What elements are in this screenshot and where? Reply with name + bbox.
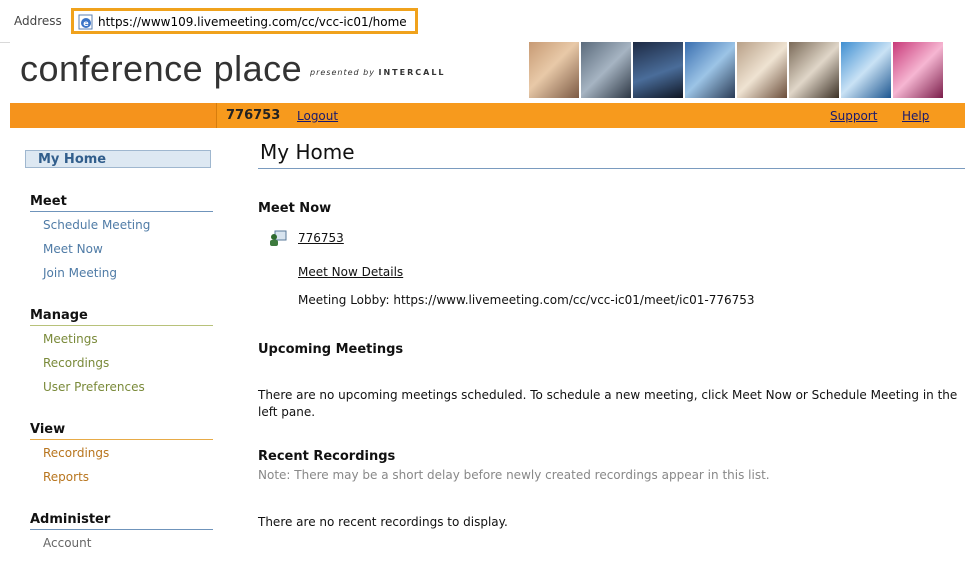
sidebar-item-user-preferences[interactable]: User Preferences — [43, 380, 145, 394]
meeting-id: 776753 — [226, 108, 281, 123]
address-url: https://www109.livemeeting.com/cc/vcc-ic… — [98, 15, 407, 29]
sidebar-section-manage: Manage — [30, 308, 213, 326]
svg-text:e: e — [83, 19, 89, 28]
support-link[interactable]: Support — [830, 109, 877, 123]
browser-address-bar: Address e https://www109.livemeeting.com… — [0, 0, 965, 43]
sidebar-item-join-meeting[interactable]: Join Meeting — [43, 266, 117, 280]
intercall-logo: INTERCALL — [378, 68, 446, 77]
header-photo — [787, 42, 839, 98]
header-photo — [579, 42, 631, 98]
sidebar-item-meetings[interactable]: Meetings — [43, 332, 98, 346]
brand-logo: conference place — [20, 48, 303, 89]
recordings-note: Note: There may be a short delay before … — [258, 468, 770, 482]
meet-now-heading: Meet Now — [258, 201, 332, 216]
sidebar-item-meet-now[interactable]: Meet Now — [43, 242, 103, 256]
top-nav-left-block — [10, 103, 217, 128]
sidebar-section-meet: Meet — [30, 194, 213, 212]
top-nav-bar: 776753 Logout Support Help — [10, 103, 965, 128]
header-photo — [631, 42, 683, 98]
presented-by: presented by INTERCALL — [310, 68, 446, 77]
recordings-message: There are no recent recordings to displa… — [258, 515, 508, 529]
header-photo — [839, 42, 891, 98]
left-sidebar: My Home Meet Schedule Meeting Meet Now J… — [10, 128, 223, 562]
sidebar-section-administer: Administer — [30, 512, 213, 530]
title-divider — [258, 168, 965, 169]
header-photo — [735, 42, 787, 98]
logout-link[interactable]: Logout — [297, 109, 338, 123]
meeting-lobby-text: Meeting Lobby: https://www.livemeeting.c… — [298, 293, 755, 307]
header-photo — [527, 42, 579, 98]
sidebar-item-recordings[interactable]: Recordings — [43, 356, 109, 370]
header-photo — [891, 42, 943, 98]
presented-by-text: presented by — [310, 68, 375, 77]
upcoming-meetings-heading: Upcoming Meetings — [258, 342, 404, 357]
sidebar-item-view-recordings[interactable]: Recordings — [43, 446, 109, 460]
sidebar-item-account[interactable]: Account — [43, 536, 91, 550]
upcoming-meetings-message: There are no upcoming meetings scheduled… — [258, 388, 958, 402]
recent-recordings-heading: Recent Recordings — [258, 449, 396, 464]
address-label: Address — [14, 14, 62, 28]
main-content: My Home Meet Now 776753 Meet Now Details… — [258, 128, 965, 562]
sidebar-item-my-home[interactable]: My Home — [25, 150, 211, 168]
meeting-people-icon — [268, 229, 288, 247]
site-header: conference place presented by INTERCALL — [10, 42, 965, 100]
meet-now-details-link[interactable]: Meet Now Details — [298, 265, 403, 279]
sidebar-item-schedule-meeting[interactable]: Schedule Meeting — [43, 218, 150, 232]
page-title: My Home — [260, 140, 355, 164]
upcoming-meetings-message-cont: left pane. — [258, 405, 316, 419]
ie-page-icon: e — [78, 14, 94, 30]
meeting-link[interactable]: 776753 — [298, 231, 344, 245]
sidebar-section-view: View — [30, 422, 213, 440]
header-photo — [683, 42, 735, 98]
address-input[interactable]: e https://www109.livemeeting.com/cc/vcc-… — [71, 8, 418, 34]
help-link[interactable]: Help — [902, 109, 929, 123]
sidebar-item-reports[interactable]: Reports — [43, 470, 89, 484]
